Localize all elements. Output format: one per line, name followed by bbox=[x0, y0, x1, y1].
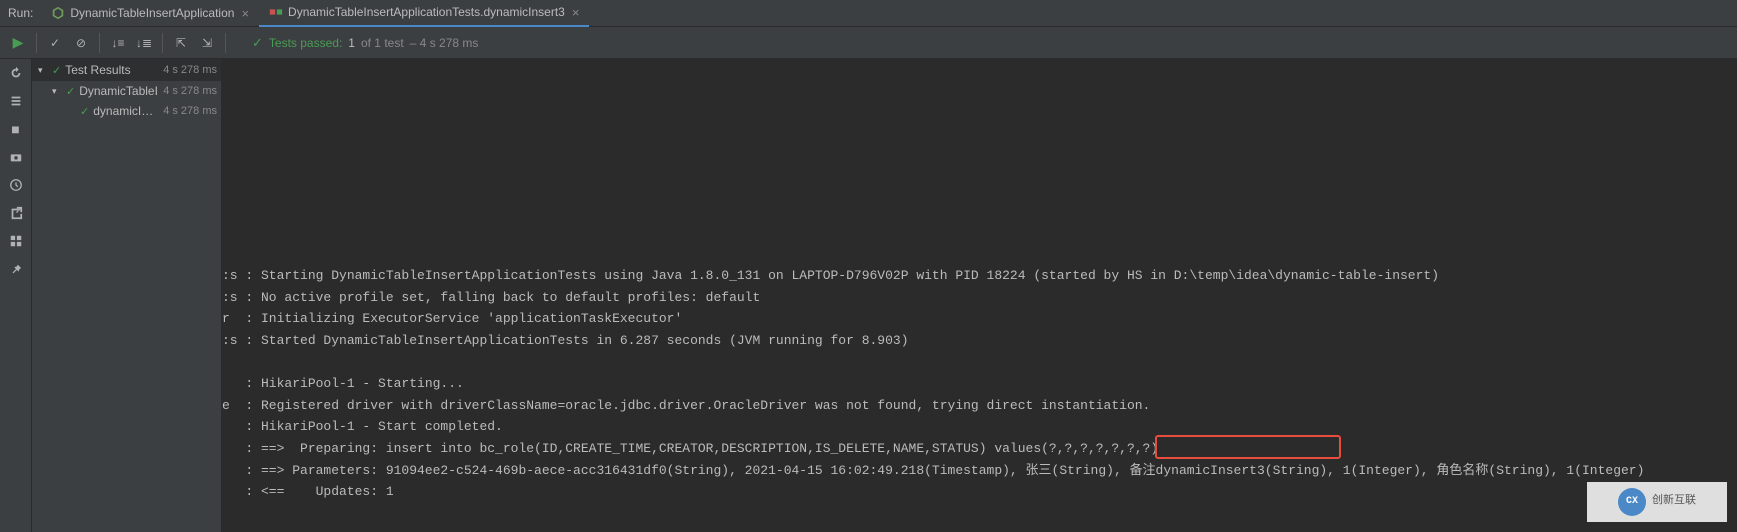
export-icon[interactable] bbox=[8, 205, 24, 221]
console-line: r : Initializing ExecutorService 'applic… bbox=[222, 308, 1737, 330]
toolbar-left: ▶ ✓ ⊘ ↓≡ ↓≣ ⇱ ⇲ ✓ Tests passed: 1 of 1 t… bbox=[0, 31, 478, 55]
toggle-auto-icon[interactable] bbox=[8, 93, 24, 109]
console-line: : HikariPool-1 - Start completed. bbox=[222, 416, 1737, 438]
status-count: 1 bbox=[348, 36, 355, 50]
divider bbox=[162, 33, 163, 53]
check-icon: ✓ bbox=[80, 105, 89, 118]
toolbar: ▶ ✓ ⊘ ↓≡ ↓≣ ⇱ ⇲ ✓ Tests passed: 1 of 1 t… bbox=[0, 27, 1737, 59]
rerun-button[interactable]: ▶ bbox=[6, 31, 30, 55]
run-tab-app[interactable]: DynamicTableInsertApplication × bbox=[41, 0, 259, 27]
sort-button[interactable]: ↓≡ bbox=[106, 31, 130, 55]
divider bbox=[225, 33, 226, 53]
close-icon[interactable]: × bbox=[572, 5, 580, 20]
run-label: Run: bbox=[8, 6, 33, 20]
console-line: : <== Updates: 1 bbox=[222, 481, 1737, 503]
stop-icon[interactable]: ■ bbox=[8, 121, 24, 137]
run-tool-window: Run: DynamicTableInsertApplication × Dyn… bbox=[0, 0, 1737, 532]
watermark-text: 创新互联 bbox=[1652, 491, 1696, 513]
console-line: : ==> Preparing: insert into bc_role(ID,… bbox=[222, 438, 1737, 460]
camera-icon[interactable] bbox=[8, 149, 24, 165]
check-icon: ✓ bbox=[52, 64, 61, 77]
tree-time: 4 s 278 ms bbox=[163, 105, 217, 117]
expand-button[interactable]: ⇱ bbox=[169, 31, 193, 55]
check-icon: ✓ bbox=[66, 85, 75, 98]
test-tree-panel: ▾ ✓ Test Results 4 s 278 ms ▾ ✓ DynamicT… bbox=[32, 59, 222, 532]
tree-label: dynamicInse bbox=[93, 104, 159, 118]
chevron-down-icon: ▾ bbox=[38, 65, 48, 76]
check-icon: ✓ bbox=[252, 35, 263, 51]
tests-status: ✓ Tests passed: 1 of 1 test – 4 s 278 ms bbox=[252, 35, 478, 51]
sort-button-2[interactable]: ↓≣ bbox=[132, 31, 156, 55]
status-prefix: Tests passed: bbox=[269, 36, 342, 50]
tree-time: 4 s 278 ms bbox=[163, 85, 217, 97]
main-area: ■ ▾ ✓ Test Results 4 s 278 ms ▾ ✓ Dynami… bbox=[0, 59, 1737, 532]
pin-icon[interactable] bbox=[8, 261, 24, 277]
console-line: : HikariPool-1 - Starting... bbox=[222, 373, 1737, 395]
tree-label: DynamicTableI bbox=[79, 84, 158, 98]
test-method-node[interactable]: ✓ dynamicInse 4 s 278 ms bbox=[32, 101, 221, 121]
console-lines: :s : Starting DynamicTableInsertApplicat… bbox=[222, 110, 1737, 532]
show-passed-button[interactable]: ✓ bbox=[43, 31, 67, 55]
console-line: e : Registered driver with driverClassNa… bbox=[222, 395, 1737, 417]
test-results-root[interactable]: ▾ ✓ Test Results 4 s 278 ms bbox=[32, 59, 221, 81]
left-gutter: ■ bbox=[0, 59, 32, 532]
status-time: – 4 s 278 ms bbox=[410, 36, 479, 50]
spring-boot-icon bbox=[51, 6, 65, 20]
watermark: CX 创新互联 bbox=[1587, 482, 1727, 522]
run-tab-test[interactable]: DynamicTableInsertApplicationTests.dynam… bbox=[259, 0, 589, 27]
console-line: :s : No active profile set, falling back… bbox=[222, 287, 1737, 309]
history-icon[interactable] bbox=[8, 177, 24, 193]
console-line: : ==> Parameters: 91094ee2-c524-469b-aec… bbox=[222, 460, 1737, 482]
watermark-logo: CX bbox=[1618, 488, 1646, 516]
tree-label: Test Results bbox=[65, 63, 130, 77]
tab-bar: Run: DynamicTableInsertApplication × Dyn… bbox=[0, 0, 1737, 27]
show-ignored-button[interactable]: ⊘ bbox=[69, 31, 93, 55]
console-line: :s : Started DynamicTableInsertApplicati… bbox=[222, 330, 1737, 352]
divider bbox=[36, 33, 37, 53]
console-line bbox=[222, 524, 1737, 532]
console-line bbox=[222, 503, 1737, 525]
test-class-node[interactable]: ▾ ✓ DynamicTableI 4 s 278 ms bbox=[32, 81, 221, 101]
tab-label: DynamicTableInsertApplicationTests.dynam… bbox=[288, 5, 565, 19]
test-config-icon bbox=[269, 5, 283, 19]
console-line bbox=[222, 352, 1737, 374]
chevron-down-icon: ▾ bbox=[52, 86, 62, 97]
tab-label: DynamicTableInsertApplication bbox=[70, 6, 234, 20]
divider bbox=[99, 33, 100, 53]
console-output[interactable]: :s : Starting DynamicTableInsertApplicat… bbox=[222, 59, 1737, 532]
close-icon[interactable]: × bbox=[241, 6, 249, 21]
collapse-button[interactable]: ⇲ bbox=[195, 31, 219, 55]
layout-icon[interactable] bbox=[8, 233, 24, 249]
rerun-failed-icon[interactable] bbox=[8, 65, 24, 81]
console-line: :s : Starting DynamicTableInsertApplicat… bbox=[222, 265, 1737, 287]
status-total: of 1 test bbox=[361, 36, 404, 50]
tree-time: 4 s 278 ms bbox=[163, 64, 217, 76]
